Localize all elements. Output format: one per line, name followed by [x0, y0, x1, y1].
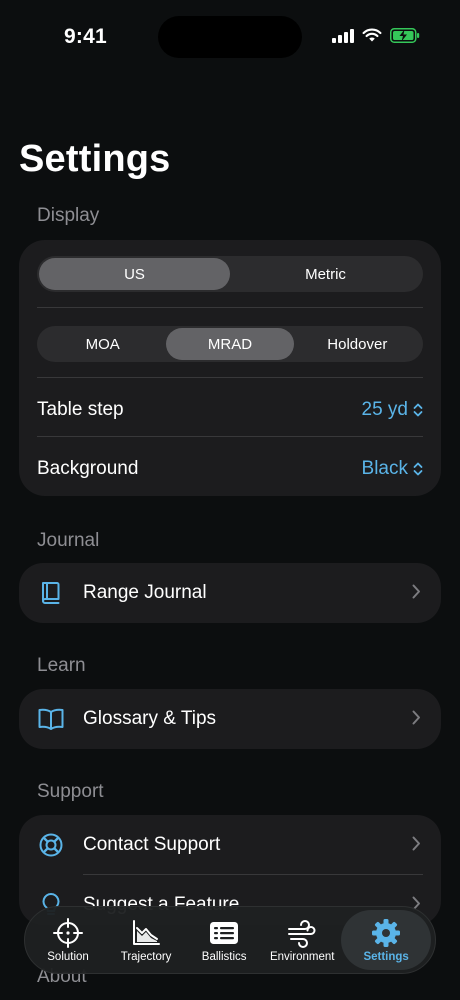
- tab-trajectory-label: Trajectory: [120, 950, 172, 963]
- trajectory-chart-icon: [133, 919, 161, 945]
- tab-ballistics-label: Ballistics: [201, 950, 247, 963]
- tab-solution-label: Solution: [47, 950, 89, 963]
- background-value: Black: [361, 458, 408, 479]
- status-bar: 9:41: [0, 0, 460, 76]
- units-segmented-control: US Metric: [37, 256, 423, 292]
- table-step-picker[interactable]: 25 yd: [362, 399, 423, 421]
- tab-environment[interactable]: Environment: [263, 910, 341, 970]
- units-option-metric[interactable]: Metric: [230, 258, 421, 290]
- chevron-up-down-icon: [413, 403, 423, 417]
- open-book-icon: [38, 708, 64, 730]
- book-icon: [42, 582, 60, 604]
- table-step-value: 25 yd: [361, 399, 408, 420]
- contact-support-label: Contact Support: [83, 834, 221, 855]
- cellular-signal-icon: [332, 28, 354, 43]
- chevron-right-icon: [412, 710, 420, 725]
- tab-ballistics[interactable]: Ballistics: [185, 910, 263, 970]
- section-label-display: Display: [37, 205, 100, 226]
- units-option-us[interactable]: US: [39, 258, 230, 290]
- crosshair-icon: [53, 917, 84, 948]
- tab-environment-label: Environment: [269, 950, 335, 963]
- tab-settings[interactable]: Settings: [341, 910, 432, 970]
- tab-trajectory[interactable]: Trajectory: [107, 910, 185, 970]
- section-label-learn: Learn: [37, 655, 86, 676]
- table-step-label: Table step: [37, 399, 124, 420]
- battery-charging-icon: [390, 28, 420, 43]
- chevron-up-down-icon: [413, 462, 423, 476]
- wind-icon: [288, 919, 316, 948]
- divider: [37, 436, 423, 437]
- section-label-journal: Journal: [37, 530, 100, 551]
- glossary-tips-label: Glossary & Tips: [83, 708, 217, 729]
- gear-icon: [372, 918, 401, 947]
- divider: [37, 377, 423, 378]
- background-picker[interactable]: Black: [362, 458, 423, 480]
- chevron-right-icon: [412, 584, 420, 599]
- range-journal-label: Range Journal: [83, 582, 207, 603]
- contact-support-row[interactable]: Contact Support: [19, 815, 441, 875]
- divider: [37, 307, 423, 308]
- section-label-support: Support: [37, 781, 104, 802]
- table-card-icon: [210, 921, 239, 944]
- status-icons: [332, 28, 420, 43]
- dynamic-island: [158, 16, 302, 58]
- angular-option-moa[interactable]: MOA: [39, 328, 166, 360]
- status-time: 9:41: [64, 25, 107, 48]
- display-card: US Metric MOA MRAD Holdover Table step 2…: [19, 240, 441, 496]
- chevron-right-icon: [412, 836, 420, 851]
- glossary-tips-row[interactable]: Glossary & Tips: [19, 689, 441, 749]
- tab-solution[interactable]: Solution: [29, 910, 107, 970]
- angular-option-mrad[interactable]: MRAD: [166, 328, 294, 360]
- angular-option-holdover[interactable]: Holdover: [294, 328, 421, 360]
- page-title: Settings: [19, 138, 171, 180]
- lifebuoy-icon: [39, 833, 63, 857]
- wifi-icon: [362, 28, 382, 42]
- angular-units-segmented-control: MOA MRAD Holdover: [37, 326, 423, 362]
- tab-bar: Solution Trajectory Ballistics Environme…: [24, 906, 436, 974]
- background-label: Background: [37, 458, 139, 479]
- range-journal-row[interactable]: Range Journal: [19, 563, 441, 623]
- tab-settings-label: Settings: [363, 950, 409, 963]
